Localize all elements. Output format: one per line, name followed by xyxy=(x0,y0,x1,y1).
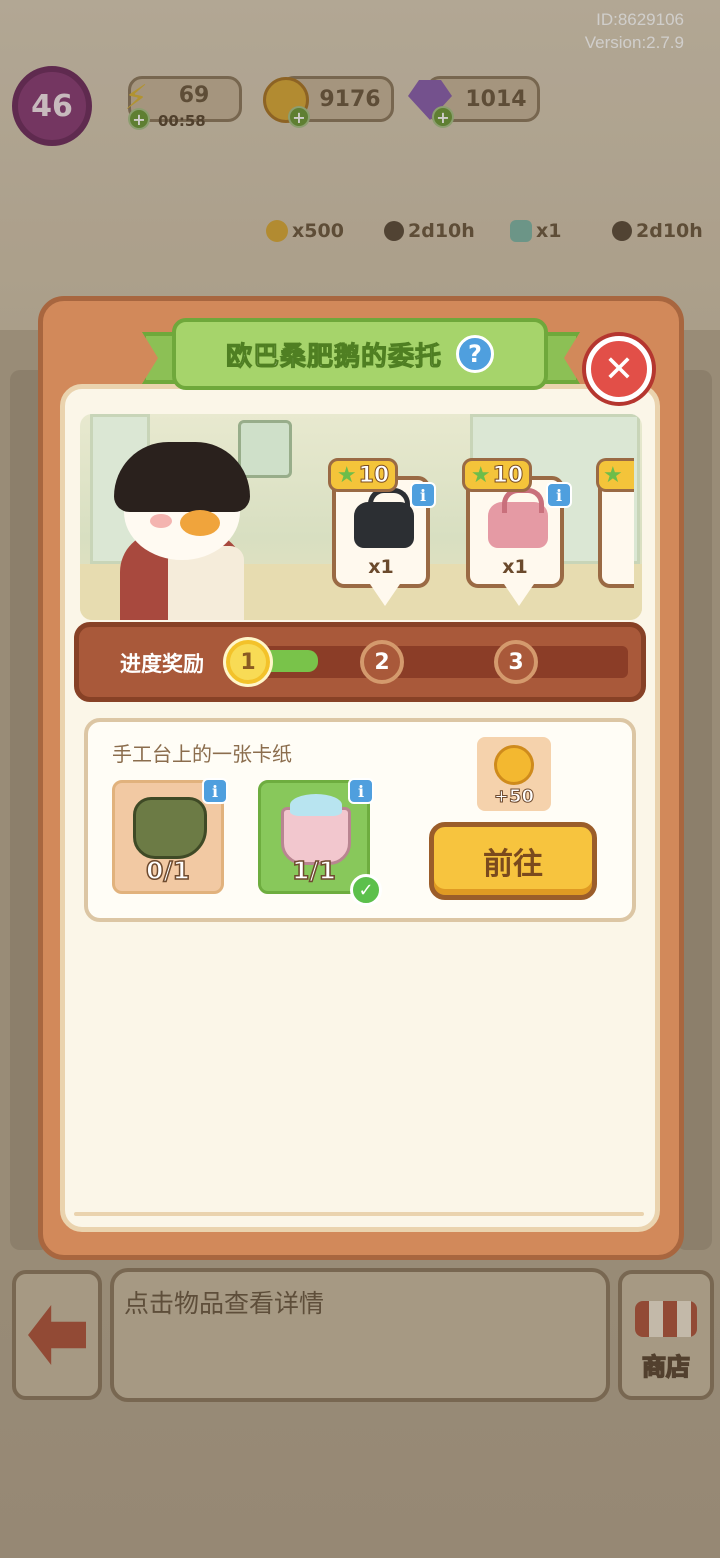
go-button-label: 前往 xyxy=(483,847,543,882)
task-reward: +50 xyxy=(477,737,551,811)
wall-clock-icon xyxy=(238,420,292,478)
close-button[interactable]: ✕ xyxy=(586,336,652,402)
help-icon[interactable]: ? xyxy=(456,335,494,373)
info-icon[interactable]: i xyxy=(348,778,374,804)
reward-quantity: x1 xyxy=(502,556,528,578)
npc-cheek xyxy=(150,514,172,528)
reward-quantity: x1 xyxy=(368,556,394,578)
reward-star-tag-1: ★ 10 xyxy=(328,458,398,492)
dialog-title: 欧巴桑肥鹅的委托 xyxy=(225,341,442,372)
task-title: 手工台上的一张卡纸 xyxy=(112,742,292,766)
info-icon[interactable]: i xyxy=(410,482,436,508)
black-bag-icon xyxy=(354,488,414,548)
reward-star-tag-3: ★ xyxy=(596,458,634,492)
reward-stars: 10 xyxy=(358,462,390,488)
info-icon[interactable]: i xyxy=(202,778,228,804)
star-icon: ★ xyxy=(336,462,357,488)
coin-icon xyxy=(494,745,534,785)
check-icon: ✓ xyxy=(350,874,382,906)
reward-stars: 10 xyxy=(492,462,524,488)
requirement-count: 0/1 xyxy=(145,855,190,886)
glove-icon xyxy=(133,797,207,859)
npc-beak xyxy=(180,510,220,536)
reward-star-tag-2: ★ 10 xyxy=(462,458,532,492)
dialog-title-banner: 欧巴桑肥鹅的委托 ? xyxy=(172,318,548,390)
panel-divider xyxy=(74,1212,644,1216)
pink-bag-icon xyxy=(488,488,548,548)
go-button[interactable]: 前往 xyxy=(429,822,597,900)
progress-node-3[interactable]: 3 xyxy=(494,640,538,684)
star-icon: ★ xyxy=(470,462,491,488)
close-icon: ✕ xyxy=(603,348,635,390)
progress-node-2[interactable]: 2 xyxy=(360,640,404,684)
task-reward-amount: +50 xyxy=(493,786,535,808)
npc-curly-hair xyxy=(114,442,250,512)
requirement-count: 1/1 xyxy=(291,855,336,886)
reward-card-3[interactable] xyxy=(598,476,634,588)
progress-node-1[interactable]: 1 xyxy=(226,640,270,684)
info-icon[interactable]: i xyxy=(546,482,572,508)
star-icon: ★ xyxy=(603,462,623,488)
progress-label: 进度奖励 xyxy=(120,652,204,676)
